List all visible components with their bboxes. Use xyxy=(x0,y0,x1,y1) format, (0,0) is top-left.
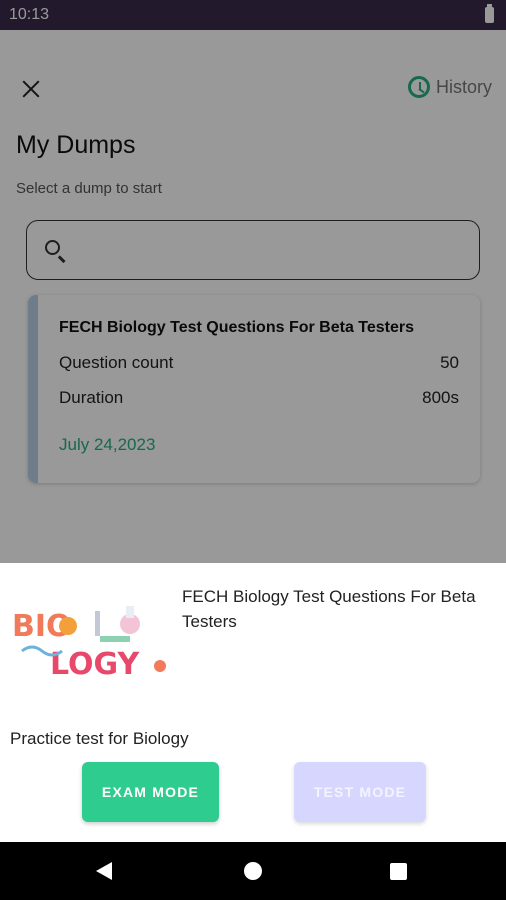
exam-mode-button[interactable]: EXAM MODE xyxy=(82,762,219,822)
test-mode-button[interactable]: TEST MODE xyxy=(294,762,426,822)
sheet-description: Practice test for Biology xyxy=(10,729,189,748)
back-icon[interactable] xyxy=(96,862,112,880)
bottom-sheet: BIO LOGY FECH Biology Test Questions For… xyxy=(0,563,506,842)
recents-icon[interactable] xyxy=(390,863,407,880)
biology-illustration: BIO LOGY xyxy=(10,596,170,694)
home-icon[interactable] xyxy=(244,862,262,880)
thumbnail-word-bottom: LOGY xyxy=(50,647,141,682)
system-nav-bar xyxy=(0,842,506,900)
sheet-title: FECH Biology Test Questions For Beta Tes… xyxy=(182,587,476,631)
biology-thumbnail: BIO LOGY xyxy=(10,596,170,694)
modal-scrim[interactable] xyxy=(0,0,506,563)
